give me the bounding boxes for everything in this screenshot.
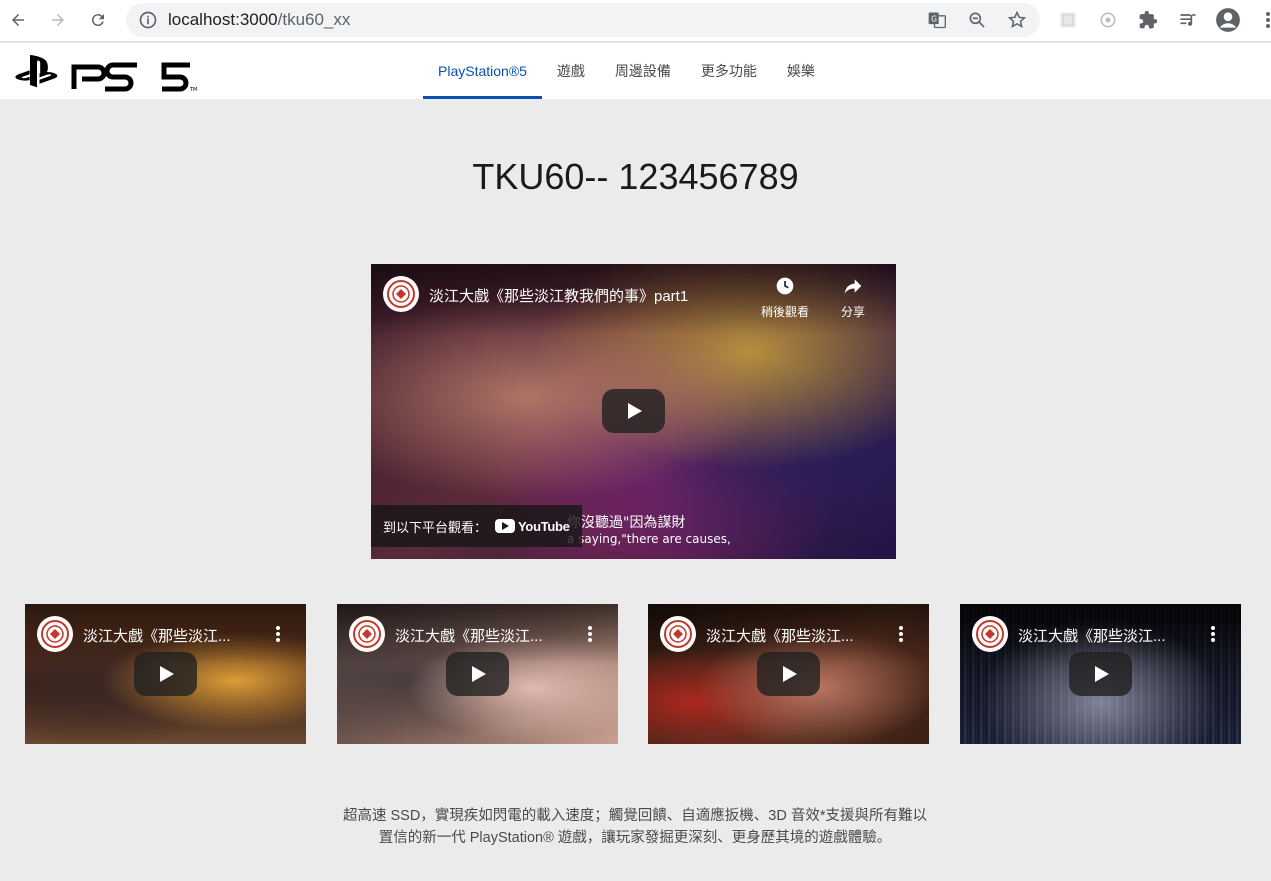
nav-item-games[interactable]: 遊戲	[542, 43, 600, 99]
channel-avatar[interactable]	[37, 616, 73, 652]
youtube-logo: YouTube	[495, 519, 570, 534]
share-label: 分享	[840, 305, 865, 319]
thumbnail-title[interactable]: 淡江大戲《那些淡江...	[395, 625, 575, 646]
svg-text:TM: TM	[189, 87, 197, 93]
forward-icon[interactable]	[44, 6, 72, 34]
nav-item-accessories[interactable]: 周邊設備	[600, 43, 686, 99]
watch-later-button[interactable]: 稍後觀看	[755, 276, 815, 320]
play-icon	[1094, 666, 1109, 682]
video-thumbnail[interactable]: 淡江大戲《那些淡江...	[337, 604, 618, 744]
browser-toolbar: localhost:3000/tku60_xx G	[0, 0, 1271, 42]
nav-item-more-features[interactable]: 更多功能	[686, 43, 772, 99]
more-options-icon[interactable]	[588, 626, 592, 644]
product-description: 超高速 SSD，實現疾如閃電的載入速度；觸覺回饋、自適應扳機、3D 音效*支援與…	[342, 808, 928, 846]
video-thumbnail[interactable]: 淡江大戲《那些淡江...	[25, 604, 306, 744]
play-button[interactable]	[446, 652, 509, 696]
play-button[interactable]	[134, 652, 197, 696]
channel-avatar[interactable]	[660, 616, 696, 652]
video-caption: 你沒聽過"因為謀財 a saying,"there are causes,	[567, 515, 731, 547]
more-options-icon[interactable]	[1211, 626, 1215, 644]
watch-later-label: 稍後觀看	[760, 305, 809, 319]
bookmark-star-icon[interactable]	[1006, 9, 1028, 31]
video-thumbnail[interactable]: 淡江大戲《那些淡江...	[648, 604, 929, 744]
featured-video-player[interactable]: 淡江大戲《那些淡江教我們的事》part1 稍後觀看 分享 你沒聽過"因為謀財 a…	[371, 264, 896, 559]
caption-english: a saying,"there are causes,	[567, 532, 731, 546]
site-header: TM PlayStation®5 遊戲 周邊設備 更多功能 娛樂	[0, 43, 1271, 99]
more-options-icon[interactable]	[276, 626, 280, 644]
zoom-out-icon[interactable]	[966, 9, 988, 31]
extension-grid-icon[interactable]	[1055, 7, 1081, 33]
extensions-puzzle-icon[interactable]	[1135, 7, 1161, 33]
nav-item-entertainment[interactable]: 娛樂	[772, 43, 830, 99]
channel-avatar[interactable]	[972, 616, 1008, 652]
ps5-logo[interactable]: TM	[12, 51, 197, 97]
profile-avatar-icon[interactable]	[1215, 7, 1241, 33]
video-thumbnail[interactable]: 淡江大戲《那些淡江...	[960, 604, 1241, 744]
browser-menu-icon[interactable]	[1255, 7, 1271, 33]
main-nav: PlayStation®5 遊戲 周邊設備 更多功能 娛樂	[423, 43, 830, 99]
reload-icon[interactable]	[84, 6, 112, 34]
channel-avatar[interactable]	[383, 276, 419, 312]
thumbnail-title[interactable]: 淡江大戲《那些淡江...	[83, 625, 263, 646]
media-queue-icon[interactable]	[1175, 7, 1201, 33]
back-icon[interactable]	[4, 6, 32, 34]
play-icon	[159, 666, 174, 682]
caption-chinese: 你沒聽過"因為謀財	[567, 515, 686, 531]
page-title: TKU60-- 123456789	[472, 156, 799, 197]
translate-icon[interactable]: G	[926, 9, 948, 31]
play-button[interactable]	[1069, 652, 1132, 696]
channel-avatar[interactable]	[349, 616, 385, 652]
more-options-icon[interactable]	[899, 626, 903, 644]
play-icon	[627, 403, 642, 419]
play-button[interactable]	[757, 652, 820, 696]
site-info-icon[interactable]	[138, 10, 158, 34]
share-button[interactable]: 分享	[823, 276, 883, 320]
youtube-play-icon	[495, 519, 516, 533]
thumbnail-title[interactable]: 淡江大戲《那些淡江...	[706, 625, 886, 646]
watch-on-label: 到以下平台觀看：	[383, 520, 488, 536]
play-button[interactable]	[602, 389, 665, 433]
play-icon	[471, 666, 486, 682]
thumbnail-title[interactable]: 淡江大戲《那些淡江...	[1018, 625, 1198, 646]
svg-text:G: G	[931, 15, 937, 24]
watch-on-youtube-button[interactable]: 到以下平台觀看： YouTube	[371, 505, 582, 547]
extension-target-icon[interactable]	[1095, 7, 1121, 33]
play-icon	[782, 666, 797, 682]
url-text: localhost:3000/tku60_xx	[168, 10, 351, 29]
nav-item-playstation5[interactable]: PlayStation®5	[423, 43, 542, 99]
video-title[interactable]: 淡江大戲《那些淡江教我們的事》part1	[429, 285, 749, 306]
address-bar[interactable]: localhost:3000/tku60_xx G	[126, 3, 1040, 37]
